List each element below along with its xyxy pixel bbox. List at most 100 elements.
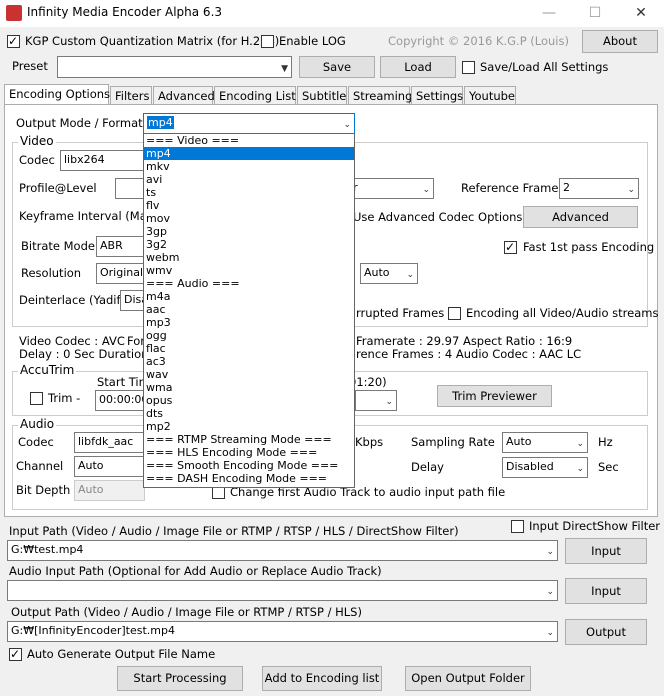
deinterlace-dropdown[interactable]: Disa <box>120 290 145 311</box>
app-icon <box>6 5 22 21</box>
add-to-encoding-list-button[interactable]: Add to Encoding list <box>262 666 382 691</box>
input-button[interactable]: Input <box>565 538 647 564</box>
dropdown-option[interactable]: mov <box>144 212 354 225</box>
output-mode-label: Output Mode / Format <box>16 116 143 130</box>
tab-subtitle[interactable]: Subtitle <box>297 86 347 105</box>
bit-depth-dropdown[interactable]: Auto <box>74 480 145 501</box>
dropdown-option[interactable]: wmv <box>144 264 354 277</box>
dropdown-option[interactable]: === DASH Encoding Mode === <box>144 472 354 485</box>
dropdown-option[interactable]: mp3 <box>144 316 354 329</box>
trim-previewer-button[interactable]: Trim Previewer <box>437 385 552 407</box>
bitrate-mode-label: Bitrate Mode <box>21 239 95 253</box>
tab-filters[interactable]: Filters <box>110 86 152 105</box>
dropdown-option[interactable]: flv <box>144 199 354 212</box>
dropdown-option[interactable]: === HLS Encoding Mode === <box>144 446 354 459</box>
output-mode-dropdown[interactable]: mp4 ⌄ <box>143 113 355 134</box>
audio-codec-dropdown[interactable]: libfdk_aac <box>74 432 145 453</box>
dropdown-option[interactable]: dts <box>144 407 354 420</box>
sampling-rate-label: Sampling Rate <box>411 435 495 449</box>
dropdown-option[interactable]: === Audio === <box>144 277 354 290</box>
start-time-input[interactable]: 00:00:00 <box>95 390 145 411</box>
use-advanced-codec-label: Use Advanced Codec Options <box>353 210 523 224</box>
dropdown-option[interactable]: ogg <box>144 329 354 342</box>
kbps-label: Kbps <box>355 435 384 449</box>
chevron-down-icon: ▼ <box>281 64 288 74</box>
load-button[interactable]: Load <box>380 56 456 78</box>
tab-advanced[interactable]: Advanced <box>153 86 215 105</box>
end-time-dropdown[interactable]: ⌄ <box>355 390 397 411</box>
dropdown-option[interactable]: opus <box>144 394 354 407</box>
chevron-down-icon: ⌄ <box>546 628 554 638</box>
delay-value: Disabled <box>506 460 554 473</box>
encoding-all-streams-label: Encoding all Video/Audio streams <box>466 306 659 320</box>
output-path-field[interactable]: G:₩[InfinityEncoder]test.mp4 ⌄ <box>7 621 558 642</box>
hz-label: Hz <box>598 435 613 449</box>
input-path-field[interactable]: G:₩test.mp4 ⌄ <box>7 540 558 561</box>
bitrate-mode-dropdown[interactable]: ABR <box>96 236 145 257</box>
dropdown-option[interactable]: mp2 <box>144 420 354 433</box>
profile-level-dropdown[interactable] <box>115 178 145 199</box>
save-button[interactable]: Save <box>299 56 375 78</box>
preset-dropdown[interactable]: ▼ <box>57 56 292 78</box>
tab-youtube[interactable]: Youtube <box>464 86 516 105</box>
reference-frames-dropdown[interactable]: 2 ⌄ <box>559 178 639 199</box>
channel-dropdown[interactable]: Auto <box>74 456 145 477</box>
fast-first-pass-checkbox[interactable] <box>504 239 517 255</box>
dropdown-option[interactable]: wav <box>144 368 354 381</box>
dropdown-option[interactable]: ts <box>144 186 354 199</box>
dropdown-option[interactable]: wma <box>144 381 354 394</box>
maximize-button[interactable]: ☐ <box>572 0 618 27</box>
trim-checkbox[interactable] <box>30 392 43 405</box>
chevron-down-icon: ⌄ <box>422 185 430 195</box>
audio-input-path-field[interactable]: ⌄ <box>7 580 558 601</box>
minimize-button[interactable]: — <box>526 0 572 27</box>
info-reference-frames: rence Frames : 4 Audio Codec : AAC LC <box>356 347 582 361</box>
reference-frames-label: Reference Frames <box>461 181 565 195</box>
input-directshow-checkbox[interactable] <box>511 520 524 533</box>
tab-streaming[interactable]: Streaming <box>348 86 412 105</box>
dropdown-option[interactable]: flac <box>144 342 354 355</box>
enable-log-checkbox[interactable] <box>261 35 274 48</box>
audio-input-button[interactable]: Input <box>565 578 647 604</box>
dropdown-option[interactable]: aac <box>144 303 354 316</box>
dropdown-option[interactable]: mp4 <box>144 147 354 160</box>
copyright-text: Copyright © 2016 K.G.P (Louis) <box>388 34 569 48</box>
dropdown-option[interactable]: === RTMP Streaming Mode === <box>144 433 354 446</box>
auto-generate-checkbox[interactable] <box>9 646 22 662</box>
enable-log-label: Enable LOG <box>279 34 346 48</box>
sampling-rate-dropdown[interactable]: Auto ⌄ <box>502 432 588 453</box>
tab-encoding-list[interactable]: Encoding List <box>214 86 296 105</box>
save-load-all-checkbox[interactable] <box>462 61 475 74</box>
preset-label: Preset <box>12 59 48 73</box>
open-output-folder-button[interactable]: Open Output Folder <box>405 666 531 691</box>
encoding-all-streams-checkbox[interactable] <box>448 307 461 320</box>
dropdown-option[interactable]: avi <box>144 173 354 186</box>
kgp-matrix-checkbox[interactable] <box>7 33 20 49</box>
chevron-down-icon: ⌄ <box>627 185 635 195</box>
advanced-button[interactable]: Advanced <box>523 206 638 228</box>
deinterlace-label: Deinterlace (Yadif) <box>19 293 126 307</box>
dropdown-option[interactable]: mkv <box>144 160 354 173</box>
dropdown-option[interactable]: 3g2 <box>144 238 354 251</box>
output-button[interactable]: Output <box>565 619 647 645</box>
output-format-dropdown-list[interactable]: === Video === mp4 mkv avi ts flv mov 3gp 3g2 webm… <box>143 133 355 488</box>
about-button[interactable]: About <box>582 30 658 53</box>
chevron-down-icon: ⌄ <box>546 547 554 557</box>
dropdown-option[interactable]: webm <box>144 251 354 264</box>
close-button[interactable]: ✕ <box>618 0 664 27</box>
resolution-dropdown[interactable]: Original <box>96 263 145 284</box>
delay-dropdown[interactable]: Disabled ⌄ <box>502 457 588 478</box>
dropdown-option[interactable]: ac3 <box>144 355 354 368</box>
tab-settings[interactable]: Settings <box>411 86 463 105</box>
tab-encoding-options[interactable]: Encoding Options <box>4 84 110 105</box>
dropdown-option[interactable]: 3gp <box>144 225 354 238</box>
reference-frames-value: 2 <box>563 181 570 194</box>
chevron-down-icon: ⌄ <box>546 587 554 597</box>
resolution-auto-dropdown[interactable]: Auto ⌄ <box>360 263 418 284</box>
audio-input-path-label: Audio Input Path (Optional for Add Audio… <box>9 564 382 578</box>
dropdown-option[interactable]: === Video === <box>144 134 354 147</box>
start-processing-button[interactable]: Start Processing <box>117 666 243 691</box>
dropdown-option[interactable]: m4a <box>144 290 354 303</box>
dropdown-option[interactable]: === Smooth Encoding Mode === <box>144 459 354 472</box>
codec-dropdown[interactable]: libx264 <box>60 150 145 171</box>
